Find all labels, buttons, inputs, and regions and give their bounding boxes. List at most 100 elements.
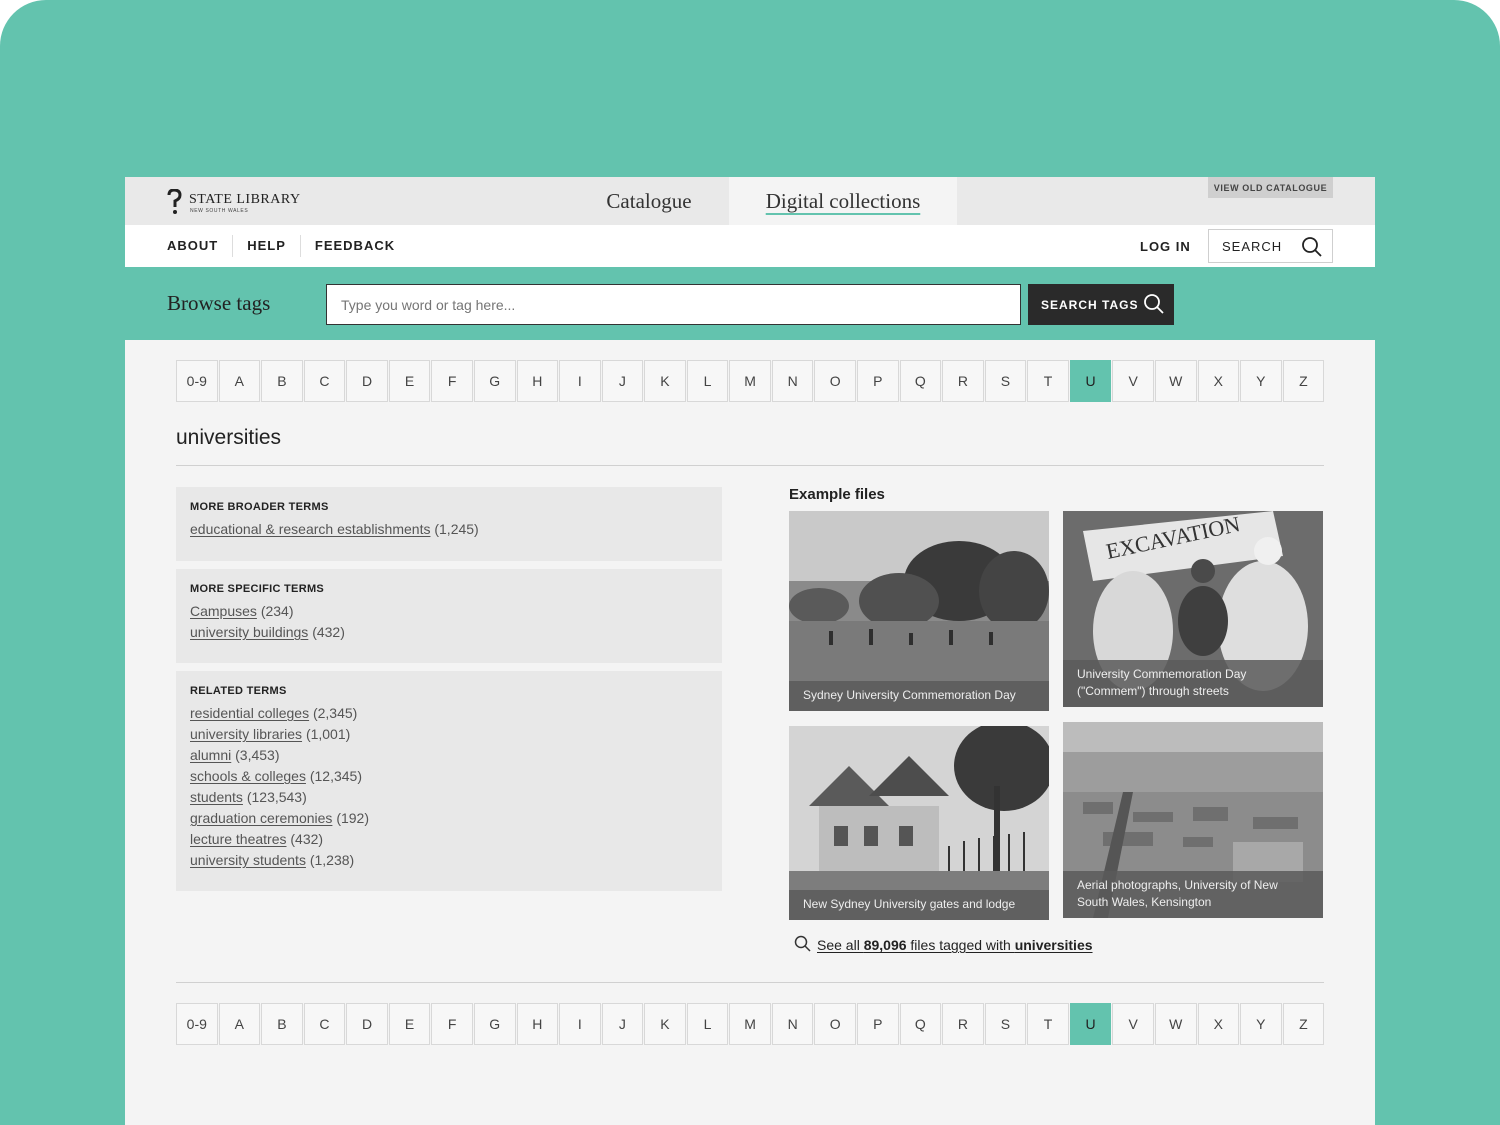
brand-subtitle: NEW SOUTH WALES (190, 208, 249, 214)
letter-w[interactable]: W (1154, 1003, 1197, 1045)
letter-u[interactable]: U (1069, 1003, 1112, 1045)
term-link[interactable]: students (190, 789, 243, 805)
related-terms-panel: RELATED TERMS residential colleges (2,34… (176, 671, 722, 891)
letter-x[interactable]: X (1197, 360, 1240, 402)
letter-x[interactable]: X (1197, 1003, 1240, 1045)
letter-g[interactable]: G (473, 360, 516, 402)
letter-g[interactable]: G (473, 1003, 516, 1045)
page-title: universities (176, 426, 282, 449)
term-link[interactable]: alumni (190, 747, 231, 763)
letter-a[interactable]: A (218, 360, 261, 402)
example-file-card[interactable]: EXCAVATION University Commemoration Day … (1063, 511, 1323, 707)
term-link[interactable]: schools & colleges (190, 768, 306, 784)
letter-n[interactable]: N (771, 360, 814, 402)
view-old-catalogue-button[interactable]: VIEW OLD CATALOGUE (1208, 177, 1333, 198)
letter-o[interactable]: O (814, 360, 856, 402)
letter-l[interactable]: L (686, 1003, 729, 1045)
letter-f[interactable]: F (431, 360, 473, 402)
site-search-button[interactable]: SEARCH (1208, 229, 1333, 263)
divider (176, 465, 1324, 466)
letter-w[interactable]: W (1154, 360, 1197, 402)
term-item: schools & colleges (12,345) (190, 766, 708, 787)
letter-p[interactable]: P (857, 360, 899, 402)
term-link[interactable]: educational & research establishments (190, 521, 430, 537)
letter-0-9[interactable]: 0-9 (176, 1003, 218, 1045)
term-item: residential colleges (2,345) (190, 703, 708, 724)
login-link[interactable]: LOG IN (1140, 225, 1191, 267)
brand-name: STATE LIBRARY (189, 192, 301, 207)
term-item: university libraries (1,001) (190, 724, 708, 745)
letter-s[interactable]: S (984, 1003, 1027, 1045)
letter-r[interactable]: R (942, 360, 984, 402)
letter-c[interactable]: C (303, 1003, 346, 1045)
letter-v[interactable]: V (1112, 1003, 1154, 1045)
letter-o[interactable]: O (814, 1003, 856, 1045)
example-file-card[interactable]: New Sydney University gates and lodge (789, 726, 1049, 920)
library-logo-icon (165, 189, 183, 215)
letter-t[interactable]: T (1027, 1003, 1069, 1045)
letter-e[interactable]: E (388, 360, 431, 402)
letter-e[interactable]: E (388, 1003, 431, 1045)
term-link[interactable]: university libraries (190, 726, 302, 742)
nav-bar: ABOUT HELP FEEDBACK LOG IN SEARCH (125, 225, 1375, 267)
letter-h[interactable]: H (516, 1003, 559, 1045)
letter-n[interactable]: N (771, 1003, 814, 1045)
letter-t[interactable]: T (1027, 360, 1069, 402)
term-count: (432) (290, 831, 324, 847)
letter-z[interactable]: Z (1282, 360, 1325, 402)
term-link[interactable]: university students (190, 852, 306, 868)
letter-v[interactable]: V (1112, 360, 1154, 402)
tab-catalogue[interactable]: Catalogue (565, 177, 733, 225)
tab-digital-collections[interactable]: Digital collections (729, 177, 957, 225)
letter-f[interactable]: F (431, 1003, 473, 1045)
letter-d[interactable]: D (346, 1003, 388, 1045)
browser-page: STATE LIBRARY NEW SOUTH WALES Catalogue … (125, 177, 1375, 1125)
letter-k[interactable]: K (644, 1003, 686, 1045)
search-icon (1301, 236, 1323, 261)
letter-k[interactable]: K (644, 360, 686, 402)
letter-h[interactable]: H (516, 360, 559, 402)
example-file-card[interactable]: Aerial photographs, University of New So… (1063, 722, 1323, 918)
letter-c[interactable]: C (303, 360, 346, 402)
nav-help-link[interactable]: HELP (233, 235, 301, 257)
letter-i[interactable]: I (559, 360, 601, 402)
example-file-card[interactable]: Sydney University Commemoration Day (789, 511, 1049, 711)
letter-m[interactable]: M (729, 360, 771, 402)
letter-u[interactable]: U (1069, 360, 1112, 402)
letter-m[interactable]: M (729, 1003, 771, 1045)
term-item: alumni (3,453) (190, 745, 708, 766)
term-link[interactable]: residential colleges (190, 705, 309, 721)
letter-q[interactable]: Q (899, 360, 942, 402)
letter-s[interactable]: S (984, 360, 1027, 402)
letter-y[interactable]: Y (1240, 1003, 1282, 1045)
letter-q[interactable]: Q (899, 1003, 942, 1045)
nav-about-link[interactable]: ABOUT (167, 235, 234, 257)
term-link[interactable]: graduation ceremonies (190, 810, 332, 826)
term-link[interactable]: lecture theatres (190, 831, 287, 847)
tag-search-input[interactable] (326, 284, 1021, 325)
search-tags-label: SEARCH TAGS (1041, 297, 1139, 312)
search-tags-button[interactable]: SEARCH TAGS (1028, 284, 1174, 325)
nav-feedback-link[interactable]: FEEDBACK (301, 235, 409, 257)
letter-l[interactable]: L (686, 360, 729, 402)
specific-terms-title: MORE SPECIFIC TERMS (190, 583, 325, 595)
letter-z[interactable]: Z (1282, 1003, 1325, 1045)
letter-j[interactable]: J (601, 1003, 644, 1045)
letter-d[interactable]: D (346, 360, 388, 402)
letter-b[interactable]: B (261, 360, 303, 402)
letter-j[interactable]: J (601, 360, 644, 402)
letter-a[interactable]: A (218, 1003, 261, 1045)
see-all-files-link[interactable]: See all 89,096 files tagged with univers… (794, 935, 1093, 955)
letter-i[interactable]: I (559, 1003, 601, 1045)
letter-b[interactable]: B (261, 1003, 303, 1045)
state-library-logo[interactable]: STATE LIBRARY NEW SOUTH WALES (165, 189, 301, 215)
example-file-caption: Sydney University Commemoration Day (789, 681, 1049, 711)
term-link[interactable]: Campuses (190, 603, 257, 619)
letter-r[interactable]: R (942, 1003, 984, 1045)
term-count: (1,238) (309, 852, 355, 868)
alphabet-index-bottom: 0-9 A B C D E F G H I J K L M N O P Q R S T U V W X Y Z (176, 1003, 1325, 1045)
letter-p[interactable]: P (857, 1003, 899, 1045)
term-link[interactable]: university buildings (190, 624, 308, 640)
letter-y[interactable]: Y (1240, 360, 1282, 402)
letter-0-9[interactable]: 0-9 (176, 360, 218, 402)
